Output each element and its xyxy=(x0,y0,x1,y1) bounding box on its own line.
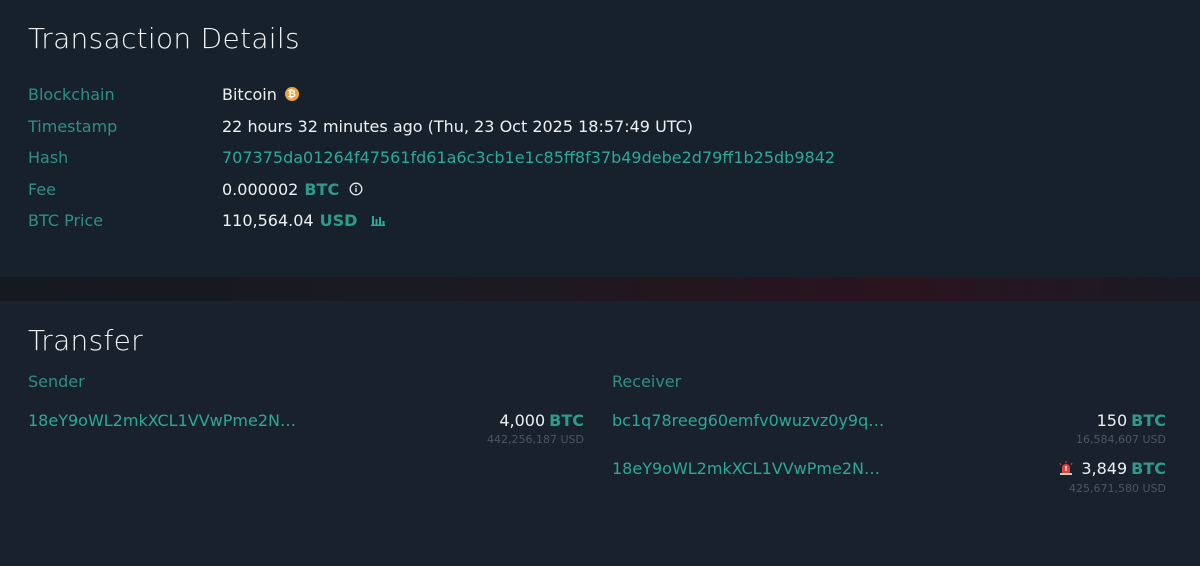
receiver-amount-2: 3,849 BTC xyxy=(966,459,1166,478)
btc-price-value: 110,564.04 xyxy=(222,210,314,230)
siren-icon xyxy=(1059,461,1073,475)
chart-icon[interactable] xyxy=(371,214,386,226)
timestamp-value: 22 hours 32 minutes ago (Thu, 23 Oct 202… xyxy=(222,116,694,136)
transfer-title: Transfer xyxy=(28,324,143,357)
receiver-amount-unit-1: BTC xyxy=(1131,411,1166,430)
sender-amount-value: 4,000 xyxy=(499,411,546,430)
receiver-address-link-1[interactable]: bc1q78reeg60emfv0wuzvz0y9qvl… xyxy=(612,411,892,430)
section-divider xyxy=(0,277,1200,301)
blockchain-label: Blockchain xyxy=(28,84,115,104)
receiver-header: Receiver xyxy=(612,372,682,391)
bitcoin-coin-icon: ₿ xyxy=(284,87,299,101)
receiver-amount-1: 150 BTC xyxy=(966,411,1166,430)
receiver-amount-unit-2: BTC xyxy=(1131,459,1166,478)
btc-price-unit: USD xyxy=(319,210,358,230)
sender-amount: 4,000 BTC xyxy=(384,411,584,430)
receiver-amount-value-2: 3,849 xyxy=(1081,459,1128,478)
sender-address-link[interactable]: 18eY9oWL2mkXCL1VVwPme2NM… xyxy=(28,411,308,430)
sender-header: Sender xyxy=(28,372,85,391)
receiver-amount-value-1: 150 xyxy=(1096,411,1128,430)
info-icon[interactable] xyxy=(349,182,363,196)
fee-unit: BTC xyxy=(304,179,340,199)
btc-price-row: BTC Price 110,564.04 USD xyxy=(28,208,386,232)
receiver-address-link-2[interactable]: 18eY9oWL2mkXCL1VVwPme2NM… xyxy=(612,459,892,478)
blockchain-row: Blockchain Bitcoin ₿ xyxy=(28,82,299,106)
sender-usd-value: 442,256,187 USD xyxy=(487,433,584,446)
details-title: Transaction Details xyxy=(28,22,300,55)
fee-row: Fee 0.000002 BTC xyxy=(28,177,363,201)
receiver-usd-value-2: 425,671,580 USD xyxy=(1069,482,1166,495)
sender-amount-unit: BTC xyxy=(549,411,584,430)
hash-link[interactable]: 707375da01264f47561fd61a6c3cb1e1c85ff8f3… xyxy=(222,148,835,167)
blockchain-value: Bitcoin xyxy=(222,84,277,104)
hash-row: Hash 707375da01264f47561fd61a6c3cb1e1c85… xyxy=(28,145,835,169)
fee-value: 0.000002 xyxy=(222,179,299,199)
hash-label: Hash xyxy=(28,147,69,167)
btc-price-label: BTC Price xyxy=(28,210,104,230)
timestamp-label: Timestamp xyxy=(28,116,118,136)
fee-label: Fee xyxy=(28,179,57,199)
timestamp-row: Timestamp 22 hours 32 minutes ago (Thu, … xyxy=(28,114,693,138)
receiver-usd-value-1: 16,584,607 USD xyxy=(1076,433,1166,446)
